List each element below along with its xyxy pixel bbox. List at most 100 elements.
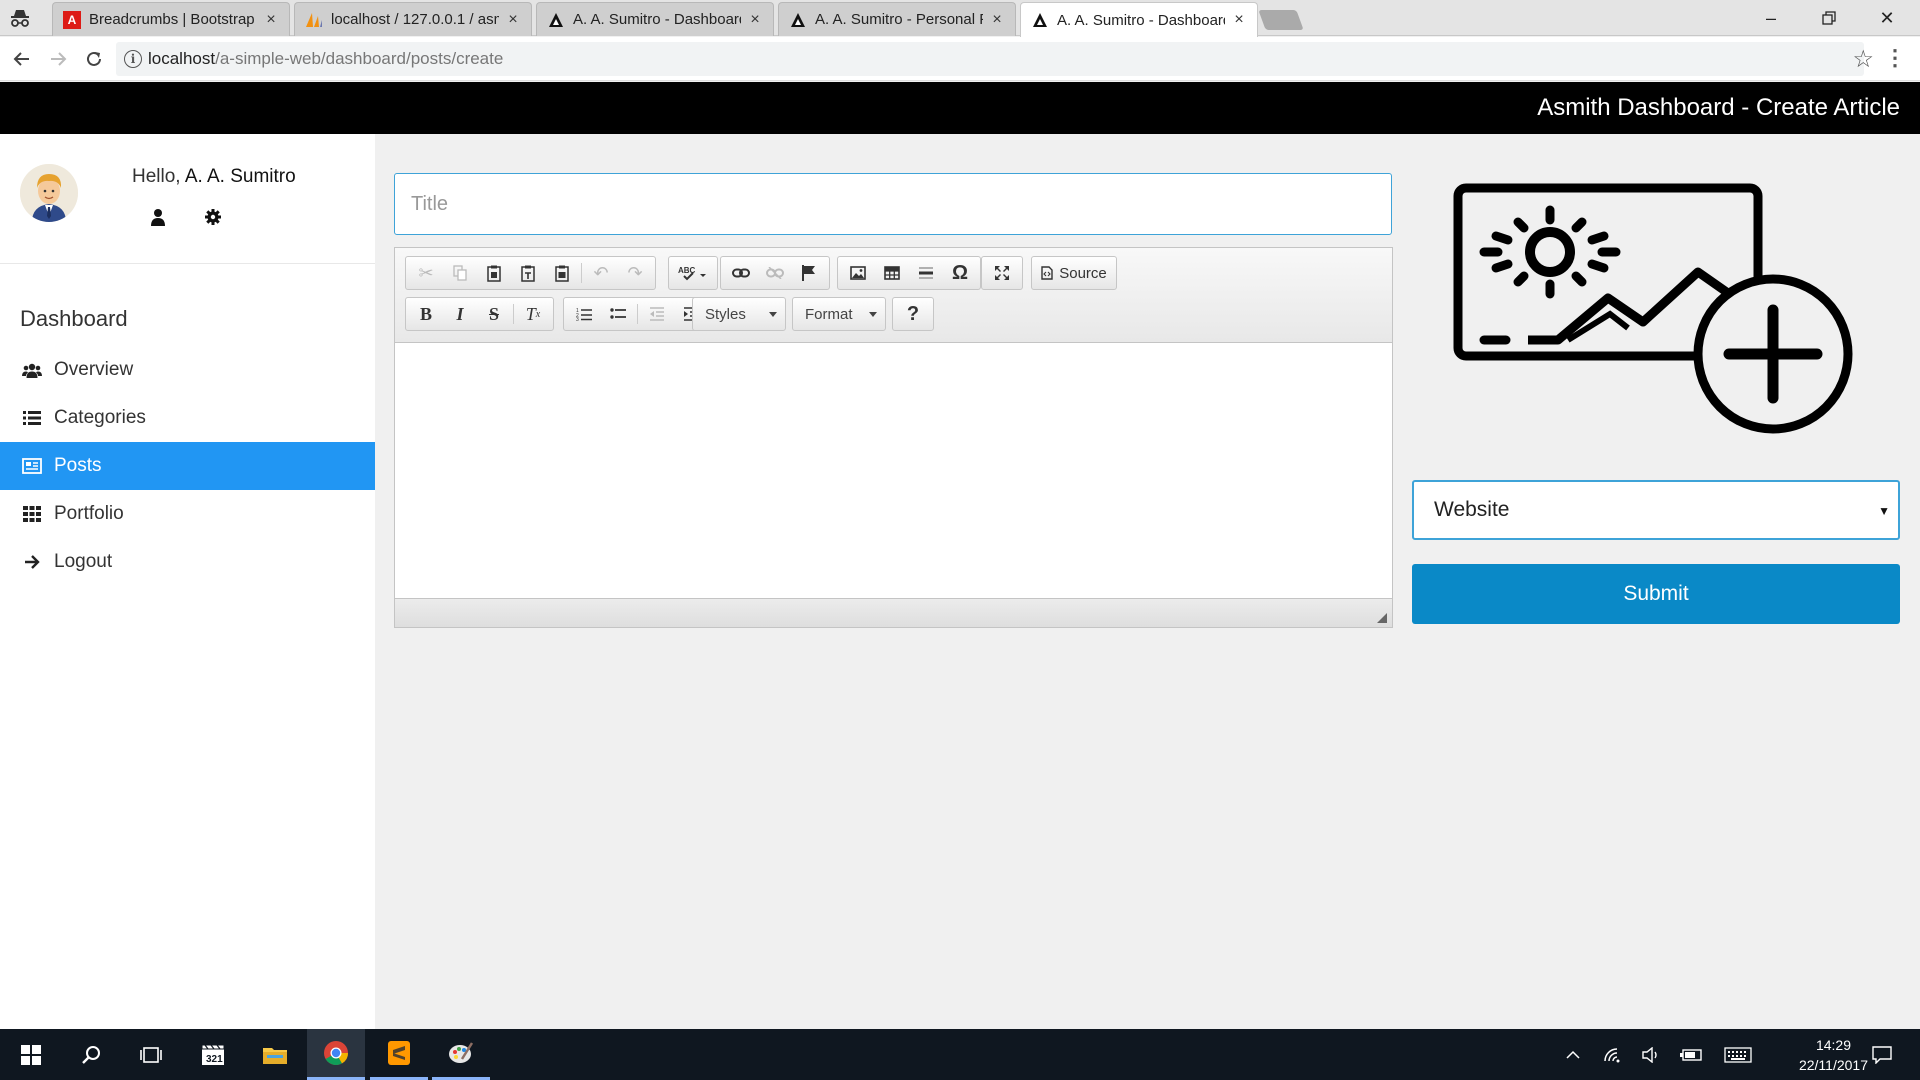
browser-tab-5[interactable]: A. A. Sumitro - Dashboard × bbox=[1020, 2, 1258, 37]
maximize-icon[interactable] bbox=[985, 259, 1019, 287]
windows-taskbar: 321 14:29 22/11/2017 bbox=[0, 1029, 1920, 1080]
svg-text:321: 321 bbox=[206, 1054, 223, 1065]
a-triangle-icon bbox=[547, 11, 565, 29]
resize-handle-icon[interactable] bbox=[1377, 613, 1387, 623]
restore-button[interactable] bbox=[1800, 0, 1858, 36]
toolbar-separator bbox=[581, 263, 582, 283]
numbered-list-icon[interactable]: 123 bbox=[567, 300, 601, 328]
title-input[interactable] bbox=[394, 173, 1392, 235]
chrome-icon[interactable] bbox=[307, 1029, 365, 1080]
bold-icon[interactable]: B bbox=[409, 300, 443, 328]
special-char-icon[interactable]: Ω bbox=[943, 259, 977, 287]
link-icon[interactable] bbox=[724, 259, 758, 287]
unlink-icon[interactable] bbox=[758, 259, 792, 287]
close-window-button[interactable]: ✕ bbox=[1858, 0, 1916, 36]
undo-icon[interactable]: ↶ bbox=[584, 259, 618, 287]
sidebar-item-logout[interactable]: Logout bbox=[0, 538, 375, 586]
browser-tab-2[interactable]: localhost / 127.0.0.1 / asmith × bbox=[294, 2, 532, 36]
show-hidden-icons[interactable] bbox=[1558, 1029, 1588, 1080]
anchor-flag-icon[interactable] bbox=[792, 259, 826, 287]
forward-button[interactable] bbox=[44, 45, 72, 73]
minimize-button[interactable]: – bbox=[1742, 0, 1800, 36]
styles-label: Styles bbox=[705, 305, 746, 323]
task-view-icon[interactable] bbox=[122, 1029, 180, 1080]
sidebar-heading: Dashboard bbox=[20, 306, 128, 331]
sidebar-item-overview[interactable]: Overview bbox=[0, 346, 375, 394]
strikethrough-icon[interactable]: S bbox=[477, 300, 511, 328]
sidebar-nav: Overview Categories Posts Portfolio Logo… bbox=[0, 346, 375, 586]
decrease-indent-icon[interactable] bbox=[640, 300, 674, 328]
users-icon bbox=[22, 360, 42, 380]
sublime-text-icon[interactable] bbox=[370, 1029, 428, 1080]
battery-icon[interactable] bbox=[1676, 1029, 1708, 1080]
paint-app-icon[interactable] bbox=[432, 1029, 490, 1080]
notifications-icon[interactable] bbox=[1864, 1029, 1900, 1080]
close-tab-icon[interactable]: × bbox=[1231, 11, 1247, 29]
greeting: Hello, A. A. Sumitro bbox=[132, 166, 296, 188]
copy-icon[interactable] bbox=[443, 259, 477, 287]
calendar-app-icon[interactable]: 321 bbox=[184, 1029, 242, 1080]
paste-text-icon[interactable] bbox=[511, 259, 545, 287]
close-tab-icon[interactable]: × bbox=[989, 11, 1005, 29]
close-tab-icon[interactable]: × bbox=[263, 11, 279, 29]
redo-icon[interactable]: ↷ bbox=[618, 259, 652, 287]
spellcheck-group: ABC bbox=[668, 256, 718, 290]
add-image-icon[interactable] bbox=[1448, 180, 1878, 456]
editor-content-area[interactable] bbox=[395, 343, 1392, 598]
wifi-icon[interactable] bbox=[1598, 1029, 1628, 1080]
browser-tab-3[interactable]: A. A. Sumitro - Dashboard × bbox=[536, 2, 774, 36]
newspaper-icon bbox=[22, 456, 42, 476]
close-tab-icon[interactable]: × bbox=[747, 11, 763, 29]
volume-icon[interactable] bbox=[1636, 1029, 1666, 1080]
sidebar-item-portfolio[interactable]: Portfolio bbox=[0, 490, 375, 538]
chevron-down-icon bbox=[869, 312, 877, 317]
browser-tab-1[interactable]: A Breadcrumbs | Bootstrap × bbox=[52, 2, 290, 36]
paste-word-icon[interactable] bbox=[545, 259, 579, 287]
tab-label: A. A. Sumitro - Personal Portfolio bbox=[815, 11, 983, 28]
file-explorer-icon[interactable] bbox=[246, 1029, 304, 1080]
user-name: A. A. Sumitro bbox=[184, 166, 296, 187]
reload-button[interactable] bbox=[80, 45, 108, 73]
windows-start-icon[interactable] bbox=[2, 1029, 60, 1080]
horizontal-rule-icon[interactable] bbox=[909, 259, 943, 287]
image-icon[interactable] bbox=[841, 259, 875, 287]
format-dropdown[interactable]: Format bbox=[792, 297, 886, 331]
spellcheck-icon[interactable]: ABC bbox=[672, 259, 714, 287]
bookmark-star-icon[interactable]: ☆ bbox=[1852, 45, 1874, 74]
italic-icon[interactable]: I bbox=[443, 300, 477, 328]
user-icon[interactable] bbox=[147, 206, 169, 228]
address-bar[interactable]: i localhost/a-simple-web/dashboard/posts… bbox=[116, 42, 1864, 76]
paste-icon[interactable] bbox=[477, 259, 511, 287]
close-tab-icon[interactable]: × bbox=[505, 11, 521, 29]
format-label: Format bbox=[805, 305, 853, 323]
search-icon[interactable] bbox=[62, 1029, 120, 1080]
gear-icon[interactable] bbox=[202, 206, 224, 228]
taskbar-clock[interactable]: 14:29 22/11/2017 bbox=[1799, 1035, 1868, 1075]
svg-text:3: 3 bbox=[576, 317, 579, 321]
browser-menu-icon[interactable]: ⋮ bbox=[1884, 45, 1906, 71]
help-icon[interactable]: ? bbox=[896, 300, 930, 328]
remove-format-icon[interactable]: Tx bbox=[516, 300, 550, 328]
sidebar-item-categories[interactable]: Categories bbox=[0, 394, 375, 442]
help-group: ? bbox=[892, 297, 934, 331]
browser-tab-4[interactable]: A. A. Sumitro - Personal Portfolio × bbox=[778, 2, 1016, 36]
bulleted-list-icon[interactable] bbox=[601, 300, 635, 328]
maximize-group bbox=[981, 256, 1023, 290]
sidebar-item-posts[interactable]: Posts bbox=[0, 442, 375, 490]
info-icon[interactable]: i bbox=[124, 50, 142, 68]
submit-button[interactable]: Submit bbox=[1412, 564, 1900, 624]
keyboard-icon[interactable] bbox=[1720, 1029, 1756, 1080]
new-tab-button[interactable] bbox=[1258, 10, 1304, 30]
list-icon bbox=[22, 408, 42, 428]
profile-card: Hello, A. A. Sumitro bbox=[0, 134, 375, 264]
source-button[interactable]: Source bbox=[1035, 259, 1113, 287]
table-icon[interactable] bbox=[875, 259, 909, 287]
styles-dropdown[interactable]: Styles bbox=[692, 297, 786, 331]
cut-icon[interactable]: ✂ bbox=[409, 259, 443, 287]
sidebar-item-label: Posts bbox=[54, 455, 102, 476]
incognito-icon[interactable] bbox=[8, 8, 32, 28]
clock-date: 22/11/2017 bbox=[1798, 1057, 1868, 1073]
category-select[interactable]: Website ▼ bbox=[1412, 480, 1900, 540]
angular-a-icon: A bbox=[63, 10, 81, 29]
back-button[interactable] bbox=[8, 45, 36, 73]
